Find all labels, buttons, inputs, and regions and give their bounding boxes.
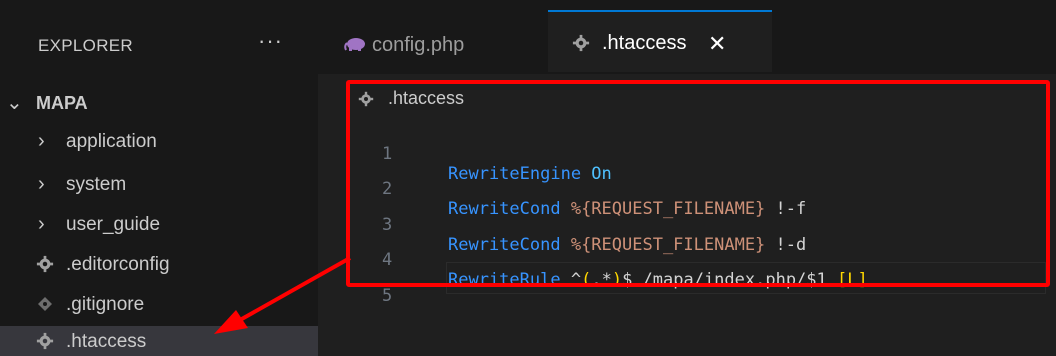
tab-label: config.php — [372, 34, 465, 56]
gear-icon — [36, 255, 54, 273]
folder-root-mapa[interactable]: ⌄ MAPA — [0, 82, 318, 122]
tab-bar: config.php .htaccess ✕ — [318, 0, 1056, 74]
tab-label: .htaccess — [602, 32, 687, 54]
chevron-right-icon: › — [38, 173, 45, 195]
chevron-right-icon: › — [38, 213, 45, 235]
folder-user-guide[interactable]: › user_guide — [0, 205, 318, 245]
gear-icon — [572, 34, 590, 52]
close-icon[interactable]: ✕ — [708, 31, 726, 57]
folder-label: application — [66, 131, 157, 152]
folder-system[interactable]: › system — [0, 165, 318, 205]
file-htaccess[interactable]: .htaccess — [0, 326, 318, 356]
explorer-header: EXPLORER ··· — [0, 0, 318, 74]
chevron-right-icon: › — [38, 130, 45, 152]
folder-label: user_guide — [66, 214, 161, 235]
chevron-down-icon: ⌄ — [6, 92, 23, 114]
folder-label: MAPA — [36, 93, 88, 113]
git-icon — [38, 297, 52, 311]
file-label: .gitignore — [66, 294, 145, 315]
file-editorconfig[interactable]: .editorconfig — [0, 245, 318, 285]
folder-application[interactable]: › application — [0, 122, 318, 162]
gear-icon — [36, 332, 54, 350]
file-label: .editorconfig — [66, 254, 170, 275]
explorer-sidebar: EXPLORER ··· ⌄ MAPA › application › syst… — [0, 0, 318, 356]
file-label: .htaccess — [66, 331, 147, 352]
annotation-highlight-box — [346, 80, 1050, 287]
tab-htaccess[interactable]: .htaccess ✕ — [548, 10, 772, 72]
file-gitignore[interactable]: .gitignore — [0, 285, 318, 325]
php-elephant-icon — [344, 38, 365, 51]
folder-label: system — [66, 174, 127, 195]
line-number: 5 — [382, 286, 393, 306]
more-actions-icon[interactable]: ··· — [258, 28, 283, 54]
tab-config-php[interactable]: config.php — [318, 12, 548, 74]
explorer-title: EXPLORER — [38, 36, 133, 55]
